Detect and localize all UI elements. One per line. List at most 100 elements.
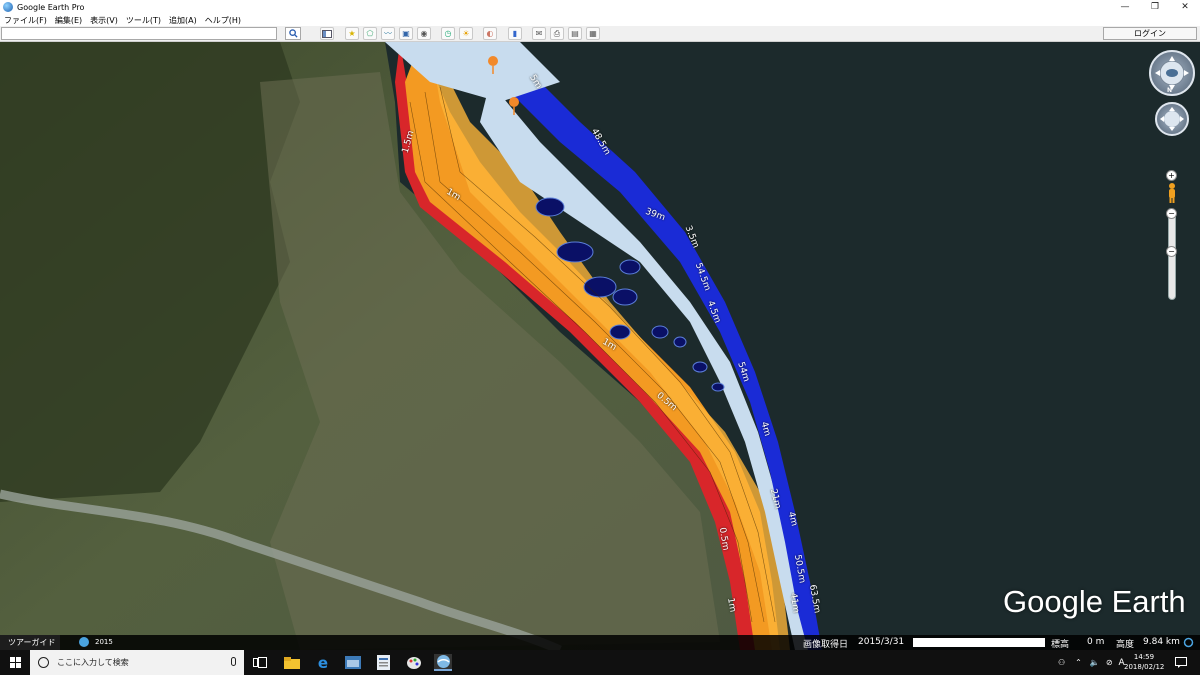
planets-icon: ◐: [486, 29, 494, 38]
maximize-button[interactable]: ❐: [1140, 0, 1170, 14]
north-indicator[interactable]: N: [1167, 87, 1172, 94]
historical-imagery-indicator[interactable]: 2015: [79, 637, 113, 647]
email-button[interactable]: ✉: [532, 27, 546, 40]
placemark-icon: ★: [348, 29, 356, 38]
toolbar: ★ ⬠ 〰 ▣ ◉ ◷ ☀ ◐ ▮ ✉ ⎙ ▤ ▦ ログイン: [0, 26, 1200, 42]
add-placemark-button[interactable]: ★: [345, 27, 359, 40]
folder-icon: [284, 657, 300, 669]
menu-add[interactable]: 追加(A): [169, 15, 197, 26]
clock-time: 14:59: [1133, 653, 1155, 661]
add-image-overlay-button[interactable]: ▣: [399, 27, 413, 40]
path-icon: 〰: [384, 29, 392, 38]
paint-icon: [407, 656, 421, 669]
edge-icon: e: [317, 653, 329, 672]
google-earth-icon: [436, 655, 450, 668]
search-button[interactable]: [285, 27, 301, 40]
minimize-button[interactable]: —: [1110, 0, 1140, 14]
google-earth-logo: Google Earth: [1003, 584, 1186, 619]
clock-date: 2018/02/12: [1124, 663, 1165, 671]
zoom-in-button[interactable]: +: [1166, 170, 1177, 181]
menu-bar: ファイル(F) 編集(E) 表示(V) ツール(T) 追加(A) ヘルプ(H): [0, 14, 1200, 26]
window-title: Google Earth Pro: [17, 2, 85, 12]
taskbar-app-1[interactable]: [344, 654, 362, 671]
planets-button[interactable]: ◐: [483, 27, 497, 40]
email-icon: ✉: [535, 29, 543, 38]
streaming-indicator-icon: [1183, 637, 1194, 648]
historical-year: 2015: [95, 638, 113, 646]
search-input[interactable]: [1, 27, 277, 40]
menu-help[interactable]: ヘルプ(H): [205, 15, 241, 26]
view-in-maps-icon: ▦: [589, 29, 597, 38]
notification-icon: [1175, 657, 1187, 668]
eye-altitude-label: 高度: [1116, 640, 1135, 650]
tray-overflow-icon[interactable]: ⌃: [1075, 658, 1082, 667]
taskbar-search-box[interactable]: ここに入力して検索: [30, 650, 244, 675]
sunlight-button[interactable]: ☀: [459, 27, 473, 40]
taskbar-google-earth[interactable]: [434, 654, 452, 671]
login-button[interactable]: ログイン: [1103, 27, 1197, 40]
historical-imagery-icon: [79, 637, 89, 647]
imagery-date: 2015/3/31: [858, 637, 905, 647]
minus-icon: −: [1168, 246, 1175, 256]
search-icon: [288, 29, 298, 38]
taskbar-edge[interactable]: e: [314, 653, 332, 672]
sunlight-icon: ☀: [462, 29, 470, 38]
zoom-out-button[interactable]: −: [1166, 246, 1177, 257]
ruler-icon: ▮: [512, 29, 518, 38]
action-center-button[interactable]: [1172, 654, 1190, 671]
app-window-icon: [345, 656, 361, 669]
zoom-handle[interactable]: −: [1166, 208, 1177, 219]
pegman-icon: [1169, 183, 1175, 203]
taskbar-explorer[interactable]: [283, 654, 301, 671]
menu-tools[interactable]: ツール(T): [126, 15, 161, 26]
street-view-pegman[interactable]: [1166, 182, 1178, 204]
menu-edit[interactable]: 編集(E): [55, 15, 82, 26]
window-controls: — ❐ ✕: [1110, 0, 1200, 14]
imagery-date-label: 画像取得日: [803, 640, 849, 650]
windows-taskbar: ここに入力して検索 e ⚇ ⌃ 🔈 ⊘ A 14:59 2018/02/12: [0, 650, 1200, 675]
elevation-value: 0 m: [1087, 637, 1105, 647]
move-joystick[interactable]: [1155, 102, 1189, 136]
start-button[interactable]: [0, 650, 30, 675]
map-view[interactable]: 5m 48.5m 39m 3.5m 54.5m 4.5m 54m 4m 21m …: [0, 42, 1200, 650]
eye-altitude-value: 9.84 km: [1143, 637, 1180, 647]
status-bar: ツアーガイド 2015 画像取得日 2015/3/31 標高 0 m 高度 9.…: [0, 635, 1200, 650]
menu-view[interactable]: 表示(V): [90, 15, 118, 26]
elevation-label: 標高: [1051, 640, 1070, 650]
google-earth-app-icon: [3, 2, 13, 12]
historical-imagery-icon: ◷: [444, 29, 452, 38]
people-icon[interactable]: ⚇: [1058, 658, 1065, 667]
system-tray: ⚇ ⌃ 🔈 ⊘ A: [1058, 650, 1125, 675]
volume-icon[interactable]: 🔈: [1090, 658, 1100, 667]
add-path-button[interactable]: 〰: [381, 27, 395, 40]
move-arrows-icon: [1160, 107, 1184, 131]
taskbar-clock[interactable]: 14:59 2018/02/12: [1124, 652, 1164, 672]
save-image-button[interactable]: ▤: [568, 27, 582, 40]
ruler-button[interactable]: ▮: [508, 27, 522, 40]
historical-imagery-button[interactable]: ◷: [441, 27, 455, 40]
polygon-icon: ⬠: [366, 29, 374, 38]
taskbar-app-3[interactable]: [405, 654, 423, 671]
sidebar-toggle-icon: [322, 29, 332, 38]
taskbar-app-2[interactable]: [374, 654, 392, 671]
add-polygon-button[interactable]: ⬠: [363, 27, 377, 40]
view-in-maps-button[interactable]: ▦: [586, 27, 600, 40]
taskbar-search-placeholder: ここに入力して検索: [57, 658, 129, 667]
record-tour-button[interactable]: ◉: [417, 27, 431, 40]
save-image-icon: ▤: [571, 29, 579, 38]
microphone-icon[interactable]: [231, 657, 236, 666]
windows-logo-icon: [9, 657, 21, 668]
menu-file[interactable]: ファイル(F): [4, 15, 47, 26]
close-button[interactable]: ✕: [1170, 0, 1200, 14]
task-view-button[interactable]: [251, 654, 269, 671]
print-button[interactable]: ⎙: [550, 27, 564, 40]
document-icon: [376, 655, 390, 670]
sidebar-toggle-button[interactable]: [320, 27, 334, 40]
tour-guide-tab[interactable]: ツアーガイド: [0, 635, 60, 650]
title-bar: Google Earth Pro — ❐ ✕: [0, 0, 1200, 14]
record-tour-icon: ◉: [420, 29, 428, 38]
network-icon[interactable]: ⊘: [1106, 658, 1113, 667]
slider-handle-icon: −: [1168, 208, 1175, 218]
plus-icon: +: [1168, 170, 1175, 180]
task-view-icon: [253, 657, 267, 668]
